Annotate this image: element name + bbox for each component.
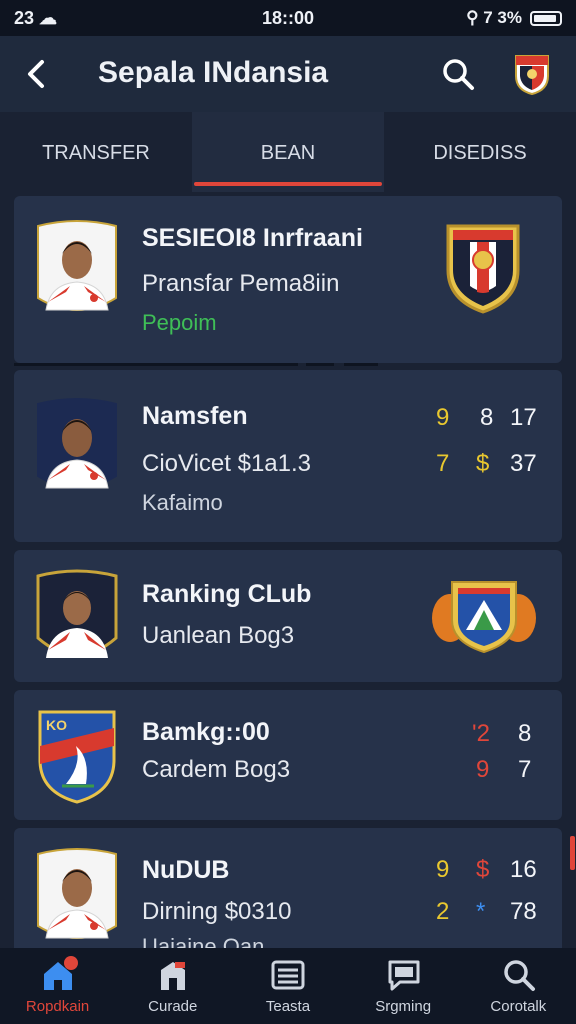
stat-value: 7 <box>518 756 532 783</box>
card-subtitle: Cardem Bog3 <box>142 756 291 783</box>
tab-transfer[interactable]: TRANSFER <box>0 112 192 192</box>
card-title: Bamkg::00 <box>142 718 270 746</box>
stat-value: 8 <box>480 404 494 431</box>
club-crest-icon <box>432 581 536 654</box>
stat-value: 16 <box>510 856 537 883</box>
list-item[interactable]: KO Bamkg::00 Cardem Bog3 '2 8 9 7 <box>14 690 562 820</box>
search-icon <box>504 960 535 991</box>
card-subtitle: CioVicet $1a1.3 <box>142 450 312 477</box>
battery-icon <box>530 10 562 26</box>
page-title: Sepala INdansia <box>98 56 329 89</box>
list-item[interactable]: SESIEOI8 Inrfraani Pransfar Pema8iin Pep… <box>14 196 562 363</box>
stat-value: '2 <box>472 720 490 747</box>
card-title: NuDUB <box>142 856 230 884</box>
club-logo-avatar: KO <box>36 706 118 806</box>
tab-disediss[interactable]: DISEDISS <box>384 112 576 192</box>
club-crest <box>444 222 522 319</box>
stat-value: 8 <box>518 720 532 747</box>
player-photo-icon <box>37 220 117 311</box>
search-icon <box>443 59 474 90</box>
stat-value: 9 <box>476 756 490 783</box>
club-logo-avatar <box>36 568 118 668</box>
nav-teasta[interactable]: Teasta <box>230 948 345 1024</box>
card-status: Pepoim <box>142 310 217 335</box>
club-crest-icon <box>446 224 520 314</box>
club-crest-icon <box>515 55 549 96</box>
nav-label: Ropdkain <box>25 998 90 1015</box>
bottom-nav: Ropdkain Curade Teasta Srgming Corotalk <box>0 948 576 1024</box>
card-subtitle: Dirning $0310 <box>142 898 292 925</box>
tab-bean[interactable]: BEAN <box>192 112 384 192</box>
stat-value: 9 <box>436 404 450 431</box>
club-crest <box>430 576 538 661</box>
player-avatar <box>36 218 118 320</box>
svg-text:KO: KO <box>46 717 67 733</box>
app-header: Sepala INdansia <box>0 36 576 112</box>
stat-value: 37 <box>510 450 537 477</box>
list-icon <box>271 960 305 990</box>
player-photo-icon <box>37 848 117 939</box>
player-photo-icon <box>36 569 118 658</box>
search-button[interactable] <box>440 56 476 92</box>
club-crest-icon: KO <box>38 710 116 804</box>
card-title: SESIEOI8 Inrfraani <box>142 224 363 252</box>
nav-label: Srgming <box>375 998 432 1015</box>
scrollbar[interactable] <box>570 836 575 870</box>
stat-value: * <box>476 898 486 925</box>
card-subtitle: Uanlean Bog3 <box>142 622 295 649</box>
player-photo-icon <box>37 398 117 489</box>
card-detail: Uaiaine Oan <box>142 934 265 948</box>
stat-value: 17 <box>510 404 537 431</box>
player-avatar <box>36 396 118 498</box>
player-avatar <box>36 846 118 948</box>
stadium-icon <box>161 962 186 990</box>
divider <box>14 363 562 366</box>
nav-srgming[interactable]: Srgming <box>346 948 461 1024</box>
card-title: Namsfen <box>142 402 248 430</box>
stat-value: 9 <box>436 856 450 883</box>
club-crest-button[interactable] <box>512 52 552 96</box>
notification-badge <box>64 956 78 970</box>
chevron-left-icon <box>28 60 44 88</box>
back-button[interactable] <box>18 54 58 94</box>
nav-curade[interactable]: Curade <box>115 948 230 1024</box>
stat-value: $ <box>476 450 490 477</box>
card-subtitle: Pransfar Pema8iin <box>142 270 340 297</box>
stat-value: 7 <box>436 450 450 477</box>
nav-corotalk[interactable]: Corotalk <box>461 948 576 1024</box>
status-right-text: ⚲ 7 3% <box>466 8 522 27</box>
list-item[interactable]: Namsfen CioVicet $1a1.3 Kafaimo 9 8 17 7… <box>14 370 562 542</box>
stat-value: $ <box>476 856 490 883</box>
status-bar: 23 ☁ 18::00 ⚲ 7 3% <box>0 0 576 36</box>
list-item[interactable]: NuDUB Dirning $0310 Uaiaine Oan 9 $ 16 2… <box>14 828 562 948</box>
nav-label: Curade <box>148 998 198 1015</box>
list-item[interactable]: Ranking CLub Uanlean Bog3 <box>14 550 562 682</box>
nav-label: Corotalk <box>490 998 547 1015</box>
stat-value: 78 <box>510 898 537 925</box>
stat-value: 2 <box>436 898 450 925</box>
card-title: Ranking CLub <box>142 580 312 608</box>
status-right: ⚲ 7 3% <box>466 8 562 28</box>
tab-bar: TRANSFER BEAN DISEDISS <box>0 112 576 192</box>
nav-home[interactable]: Ropdkain <box>0 948 115 1024</box>
card-detail: Kafaimo <box>142 490 223 515</box>
nav-label: Teasta <box>265 998 311 1015</box>
chat-icon <box>388 960 420 991</box>
